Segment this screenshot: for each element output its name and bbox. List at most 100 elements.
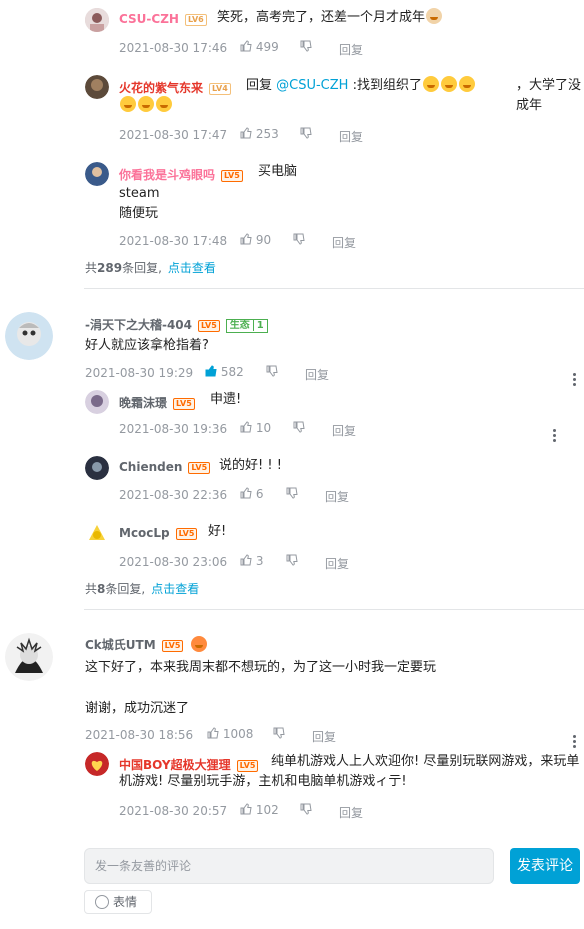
- avatar[interactable]: [85, 456, 109, 480]
- view-more-link[interactable]: 点击查看: [151, 582, 199, 596]
- like-button[interactable]: 582: [205, 365, 244, 379]
- smiley-icon: [95, 895, 109, 909]
- username[interactable]: Chienden LV5: [119, 460, 211, 474]
- reply-button[interactable]: 回复: [305, 366, 329, 383]
- emoji-icon: [156, 96, 172, 112]
- reply-text-line3: 随便玩: [119, 206, 159, 221]
- reply-text-tail: ，大学了没成年: [516, 78, 582, 113]
- reply-text: 说的好! ! !: [219, 458, 282, 473]
- dislike-button[interactable]: [286, 554, 298, 568]
- like-button[interactable]: 10: [240, 421, 271, 435]
- fan-badge: 生态 1: [225, 318, 268, 333]
- comment-text: 这下好了，本来我周末都不想玩的，为了这一小时我一定要玩: [85, 660, 437, 675]
- avatar[interactable]: [85, 162, 109, 186]
- username[interactable]: Ck城氏UTM LV5: [85, 636, 208, 653]
- avatar[interactable]: [85, 75, 109, 99]
- like-button[interactable]: 90: [240, 233, 271, 247]
- avatar[interactable]: [85, 390, 109, 414]
- like-count: 6: [255, 487, 264, 501]
- reply-text: 买电脑: [258, 164, 298, 179]
- thumb-down-icon: [293, 421, 305, 433]
- reply-text: 纯单机游戏人上人欢迎你! 尽量别玩联网游戏，来玩单机游戏! 尽量别玩手游，主机和…: [119, 754, 580, 789]
- reply-button[interactable]: 回复: [332, 234, 356, 251]
- like-button[interactable]: 102: [240, 803, 279, 817]
- timestamp: 2021-08-30 20:57: [119, 804, 228, 818]
- thumb-down-icon: [300, 127, 312, 139]
- thumb-down-icon: [286, 487, 298, 499]
- timestamp: 2021-08-30 17:46: [119, 41, 228, 55]
- username[interactable]: McocLp LV5: [119, 526, 198, 540]
- avatar[interactable]: [85, 522, 109, 546]
- thumb-up-icon: [240, 421, 252, 433]
- reply-button[interactable]: 回复: [325, 488, 349, 505]
- reply-text-line2: steam: [119, 186, 160, 201]
- dislike-button[interactable]: [300, 803, 312, 817]
- reply-text: 笑死，高考完了，还差一个月才成年: [217, 8, 443, 28]
- level-badge: LV5: [188, 461, 211, 474]
- reply-actions: 2021-08-30 20:57: [119, 804, 227, 818]
- like-button[interactable]: 3: [240, 554, 263, 568]
- dislike-button[interactable]: [266, 365, 278, 379]
- thumb-up-icon: [240, 233, 252, 245]
- timestamp: 2021-08-30 22:36: [119, 488, 228, 502]
- avatar[interactable]: [85, 752, 109, 776]
- avatar[interactable]: [5, 312, 53, 360]
- username[interactable]: 晚霜沫璟 LV5: [119, 394, 195, 411]
- like-button[interactable]: 499: [240, 40, 279, 54]
- comment-text: 好人就应该拿枪指着?: [85, 338, 209, 353]
- thumb-down-icon: [293, 233, 305, 245]
- username[interactable]: 你看我是斗鸡眼吗 LV5: [119, 166, 243, 183]
- thumb-up-icon: [240, 803, 252, 815]
- dislike-button[interactable]: [293, 421, 305, 435]
- username[interactable]: CSU-CZH LV6: [119, 12, 207, 26]
- timestamp: 2021-08-30 19:36: [119, 422, 228, 436]
- like-count: 499: [255, 40, 279, 54]
- avatar[interactable]: [85, 8, 109, 32]
- mention-link[interactable]: @CSU-CZH: [276, 78, 348, 93]
- send-comment-button[interactable]: 发表评论: [510, 848, 580, 884]
- reply-button[interactable]: 回复: [332, 422, 356, 439]
- dislike-button[interactable]: [300, 127, 312, 141]
- timestamp: 2021-08-30 17:47: [119, 128, 228, 142]
- thumb-down-icon: [266, 365, 278, 377]
- comment-input[interactable]: 发一条友善的评论: [84, 848, 494, 884]
- timestamp: 2021-08-30 23:06: [119, 555, 228, 569]
- like-count: 3: [255, 554, 264, 568]
- reply-actions: 2021-08-30 17:46: [119, 41, 227, 55]
- reply-actions: 2021-08-30 23:06: [119, 555, 227, 569]
- username[interactable]: 火花的紫气东来 LV4: [119, 79, 231, 96]
- thumb-up-icon: [240, 40, 252, 52]
- more-options-icon[interactable]: [573, 733, 577, 750]
- reply-button[interactable]: 回复: [339, 804, 363, 821]
- reply-button[interactable]: 回复: [325, 555, 349, 572]
- reply-actions: 2021-08-30 22:36: [119, 488, 227, 502]
- emoji-icon: [426, 8, 443, 24]
- dislike-button[interactable]: [286, 487, 298, 501]
- reply-button[interactable]: 回复: [339, 128, 363, 145]
- reply-button[interactable]: 回复: [312, 728, 336, 745]
- view-more-link[interactable]: 点击查看: [168, 261, 216, 275]
- like-count: 1008: [222, 727, 254, 741]
- level-badge: LV5: [173, 397, 195, 410]
- level-badge: LV5: [175, 527, 198, 540]
- like-button[interactable]: 253: [240, 127, 279, 141]
- thumb-down-icon: [273, 727, 285, 739]
- thumb-up-icon: [240, 487, 252, 499]
- avatar[interactable]: [5, 633, 53, 681]
- more-options-icon[interactable]: [573, 371, 577, 388]
- reply-button[interactable]: 回复: [339, 41, 363, 58]
- thumb-down-icon: [300, 803, 312, 815]
- emoji-button[interactable]: 表情: [84, 890, 152, 914]
- level-badge: LV5: [161, 639, 184, 652]
- thumb-up-icon: [205, 365, 217, 377]
- like-count: 582: [220, 365, 244, 379]
- more-options-icon[interactable]: [553, 427, 557, 444]
- dislike-button[interactable]: [300, 40, 312, 54]
- thumb-down-icon: [300, 40, 312, 52]
- like-button[interactable]: 6: [240, 487, 263, 501]
- dislike-button[interactable]: [293, 233, 305, 247]
- dislike-button[interactable]: [273, 727, 285, 741]
- like-button[interactable]: 1008: [207, 727, 253, 741]
- level-badge: LV5: [221, 169, 243, 182]
- username[interactable]: -涓天下之大稽-404 LV5 生态 1: [85, 316, 268, 333]
